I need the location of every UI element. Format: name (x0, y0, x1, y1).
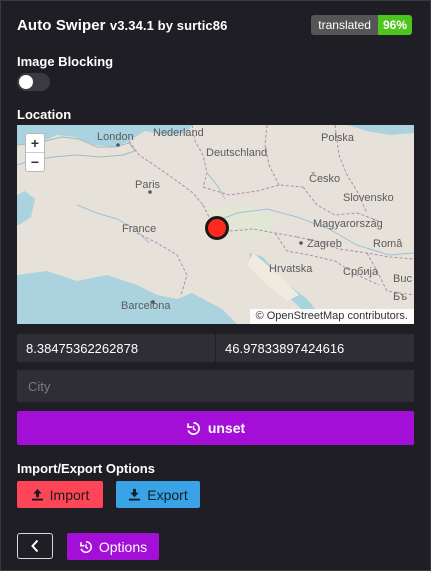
attribution-prefix: © (255, 310, 267, 322)
map-label-bucuresti: Buc (393, 273, 412, 285)
zoom-in-button[interactable]: + (26, 134, 44, 152)
reset-history-icon (79, 540, 93, 554)
image-blocking-toggle[interactable] (17, 73, 50, 91)
map-label-polska: Polska (321, 132, 355, 144)
map-attribution: © OpenStreetMap contributors. (249, 309, 414, 324)
location-marker[interactable] (205, 216, 229, 240)
map-label-magyarorszag: Magyarország (313, 218, 383, 230)
map-label-slovensko: Slovensko (343, 192, 394, 204)
import-export-label: Import/Export Options (17, 461, 155, 476)
coordinate-fields: 8.38475362262878 46.97833897424616 (17, 334, 414, 362)
map-label-france: France (122, 223, 156, 235)
chevron-left-icon (30, 539, 40, 553)
app-title: Auto Swiper v3.34.1 by surtic86 (17, 17, 227, 34)
map-label-bulgaria: Бъ (393, 291, 407, 303)
export-button-label: Export (147, 486, 188, 503)
map-label-paris: Paris (135, 179, 161, 191)
translated-badge[interactable]: translated 96% (311, 15, 412, 35)
location-label: Location (17, 107, 72, 122)
app-name: Auto Swiper (17, 16, 106, 34)
map-label-romania: Româ (373, 238, 403, 250)
map-label-nederland: Nederland (153, 127, 204, 139)
upload-icon (31, 488, 44, 501)
attribution-suffix: contributors. (344, 310, 408, 322)
app-version: v3.34.1 by surtic86 (109, 17, 228, 33)
options-button[interactable]: Options (67, 533, 159, 560)
map-label-cesko: Česko (309, 172, 340, 185)
download-icon (128, 488, 141, 501)
translated-badge-value: 96% (377, 15, 412, 35)
header: Auto Swiper v3.34.1 by surtic86 translat… (17, 14, 412, 36)
map-label-london: London (97, 131, 134, 143)
map-label-deutschland: Deutschland (206, 147, 267, 159)
translated-badge-label: translated (311, 15, 378, 35)
map-label-srbija: Србија (343, 266, 379, 278)
import-button[interactable]: Import (17, 481, 103, 508)
location-map[interactable]: London Nederland Polska Deutschland Pari… (17, 125, 414, 324)
reset-history-icon (186, 421, 201, 436)
map-label-barcelona: Barcelona (121, 300, 171, 312)
options-button-label: Options (98, 538, 148, 555)
back-button[interactable] (17, 533, 53, 559)
map-zoom-control: + − (25, 133, 45, 172)
openstreetmap-link[interactable]: OpenStreetMap (267, 310, 345, 322)
zoom-out-button[interactable]: − (26, 152, 44, 171)
latitude-input[interactable]: 46.97833897424616 (216, 334, 414, 362)
export-button[interactable]: Export (116, 481, 200, 508)
toggle-knob (19, 75, 33, 89)
city-input[interactable]: City (17, 370, 414, 402)
unset-button[interactable]: unset (17, 411, 414, 445)
map-label-hrvatska: Hrvatska (269, 263, 313, 275)
unset-button-label: unset (207, 420, 246, 436)
import-button-label: Import (49, 486, 90, 503)
longitude-input[interactable]: 8.38475362262878 (17, 334, 215, 362)
image-blocking-label: Image Blocking (17, 54, 114, 69)
auto-swiper-panel: Auto Swiper v3.34.1 by surtic86 translat… (0, 0, 431, 571)
map-label-zagreb: Zagreb (307, 238, 342, 250)
